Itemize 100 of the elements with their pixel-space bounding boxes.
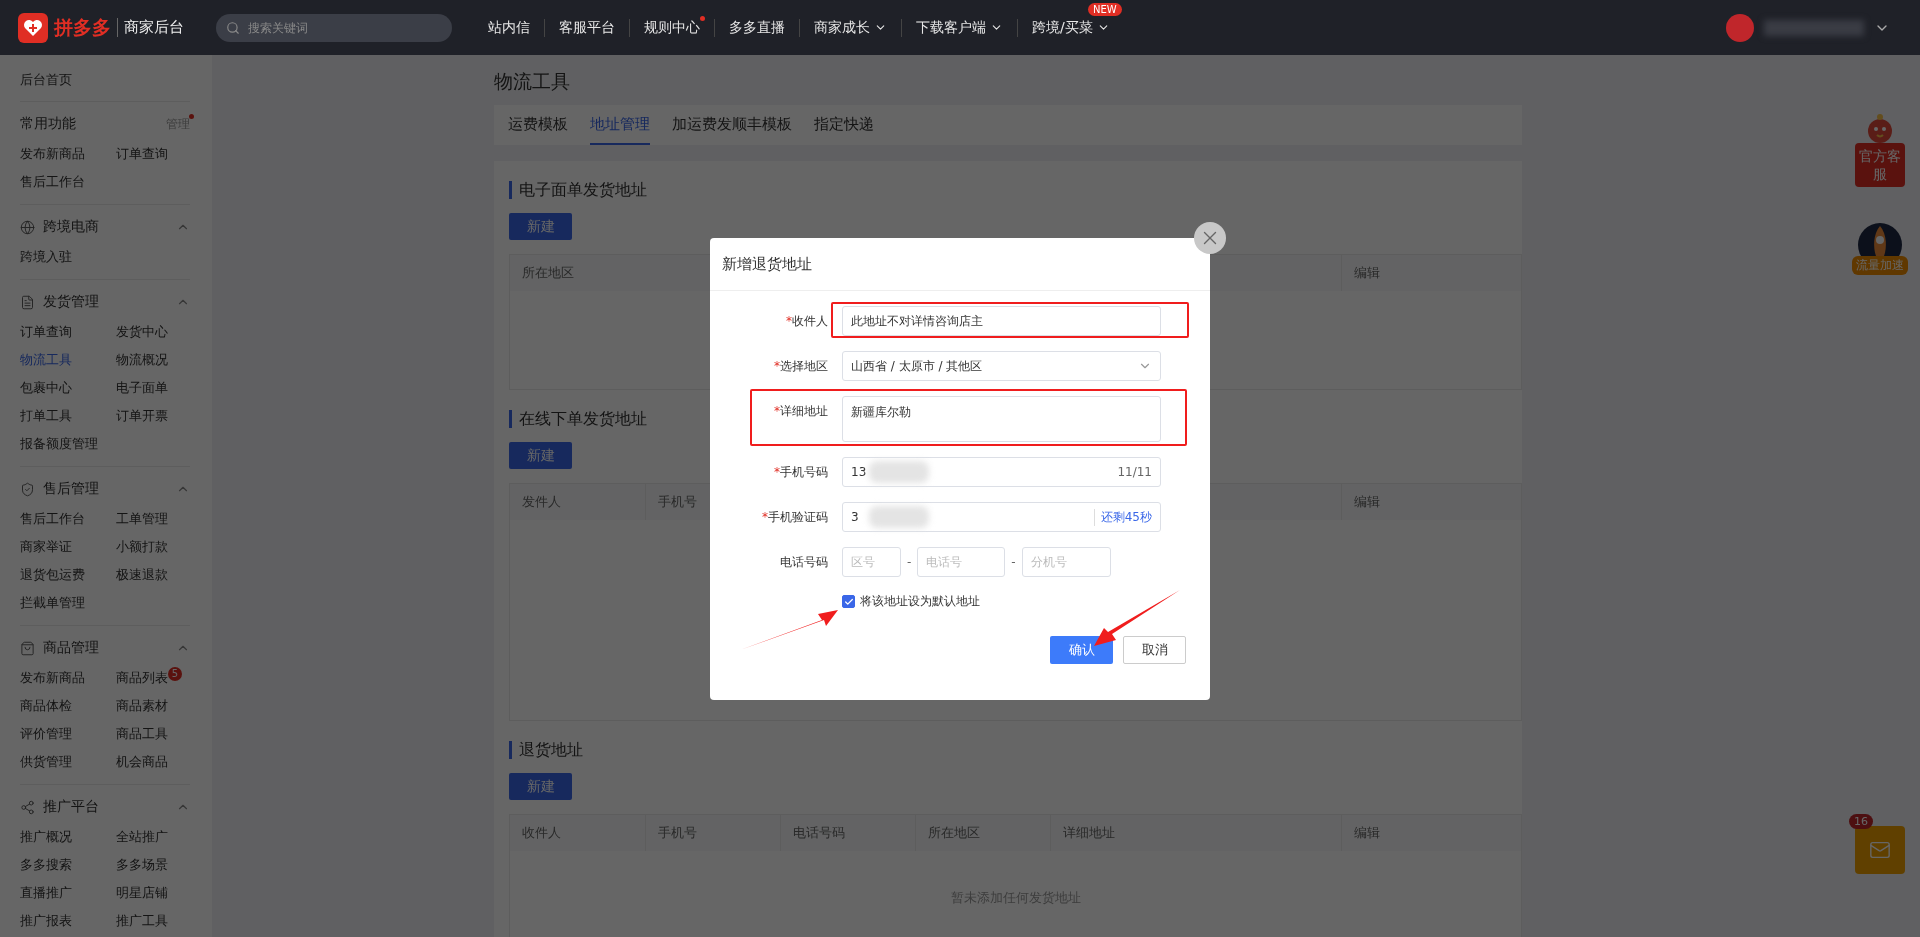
input-field[interactable]: 区号 bbox=[842, 547, 901, 577]
new-badge: NEW bbox=[1088, 2, 1122, 16]
group-title: 跨境电商 bbox=[43, 218, 99, 236]
sidebar-item[interactable]: 商品列表 bbox=[116, 670, 168, 685]
tab[interactable]: 指定快递 bbox=[814, 105, 874, 145]
group-title: 常用功能 bbox=[20, 115, 76, 133]
sidebar-item[interactable]: 发布新商品 bbox=[20, 140, 85, 168]
sidebar-item[interactable]: 商品素材 bbox=[116, 698, 168, 713]
sidebar-item[interactable]: 推广工具 bbox=[116, 913, 168, 928]
mail-icon bbox=[1869, 839, 1891, 861]
sidebar-item[interactable]: 评价管理 bbox=[20, 726, 72, 741]
column-header: 发件人 bbox=[522, 493, 561, 511]
group-title: 售后管理 bbox=[43, 480, 99, 498]
sidebar-item[interactable]: 售后工作台 bbox=[20, 511, 85, 526]
sidebar-item[interactable]: 明星店铺 bbox=[116, 885, 168, 900]
logo-icon bbox=[18, 12, 48, 43]
separator-text: - bbox=[1011, 555, 1016, 569]
message-button[interactable] bbox=[1855, 826, 1905, 874]
sidebar-item[interactable]: 跨境入驻 bbox=[20, 249, 72, 264]
sidebar-item[interactable]: 推广概况 bbox=[20, 829, 72, 844]
sidebar-item[interactable]: 全站推广 bbox=[116, 829, 168, 844]
field-label: *收件人 bbox=[786, 313, 828, 330]
column-header: 手机号 bbox=[658, 493, 697, 511]
input-field[interactable]: 分机号 bbox=[1021, 547, 1111, 577]
nav-link[interactable]: 下载客户端 bbox=[901, 18, 1017, 37]
address-textarea[interactable]: 新疆库尔勒 bbox=[842, 396, 1161, 442]
sidebar-item[interactable]: 订单查询 bbox=[116, 140, 168, 168]
search-field[interactable]: 搜索关键词 bbox=[246, 19, 426, 36]
sidebar-item[interactable]: 发布新商品 bbox=[20, 670, 85, 685]
sidebar-item[interactable]: 发货中心 bbox=[116, 324, 168, 339]
new-button[interactable]: 新建 bbox=[509, 773, 572, 800]
logo-subtitle: 商家后台 bbox=[117, 18, 184, 37]
sidebar-item[interactable]: 工单管理 bbox=[116, 511, 168, 526]
sidebar-item[interactable]: 供货管理 bbox=[20, 754, 72, 769]
sidebar-item[interactable]: 物流工具 bbox=[20, 352, 72, 367]
field-label: *手机号码 bbox=[774, 464, 828, 481]
sidebar-item[interactable]: 机会商品 bbox=[116, 754, 168, 769]
tab[interactable]: 加运费发顺丰模板 bbox=[672, 105, 792, 145]
logo-text: 拼多多 bbox=[54, 14, 111, 40]
sidebar-item[interactable]: 包裹中心 bbox=[20, 380, 72, 395]
notification-dot bbox=[700, 15, 705, 21]
customer-service-button[interactable]: 官方客服 bbox=[1855, 143, 1905, 187]
page-title: 物流工具 bbox=[494, 69, 571, 94]
group-title: 商品管理 bbox=[43, 639, 99, 657]
section-title: 退货地址 bbox=[509, 741, 1522, 759]
field-label: 电话号码 bbox=[780, 554, 828, 571]
tab[interactable]: 地址管理 bbox=[590, 105, 650, 145]
select-value: 山西省 / 太原市 / 其他区 bbox=[851, 357, 983, 375]
character-counter: 11/11 bbox=[1117, 465, 1152, 479]
sidebar-item[interactable]: 订单开票 bbox=[116, 408, 168, 423]
field-label: *手机验证码 bbox=[762, 509, 828, 526]
separator-text: - bbox=[907, 555, 912, 569]
column-header: 手机号 bbox=[658, 824, 697, 842]
new-button[interactable]: 新建 bbox=[509, 442, 572, 469]
sidebar-item[interactable]: 直播推广 bbox=[20, 885, 72, 900]
sidebar-item[interactable]: 拦截单管理 bbox=[20, 595, 85, 610]
sidebar-item[interactable]: 小额打款 bbox=[116, 539, 168, 554]
nav-link[interactable]: 客服平台 bbox=[544, 18, 629, 37]
column-header: 电话号码 bbox=[793, 824, 845, 842]
group-icon bbox=[20, 481, 35, 497]
nav-link[interactable]: 规则中心 bbox=[629, 18, 714, 37]
new-button[interactable]: 新建 bbox=[509, 213, 572, 240]
count-badge: 16 bbox=[1849, 814, 1873, 829]
group-icon bbox=[20, 294, 35, 310]
checkbox[interactable] bbox=[842, 595, 855, 608]
nav-link[interactable]: 站内信 bbox=[474, 18, 544, 37]
sidebar-item[interactable]: 极速退款 bbox=[116, 567, 168, 582]
group-icon bbox=[20, 799, 35, 815]
group-icon bbox=[20, 640, 35, 656]
countdown-text: 还剩45秒 bbox=[1093, 508, 1152, 526]
confirm-button[interactable]: 确认 bbox=[1050, 636, 1113, 664]
sidebar-item[interactable]: 推广报表 bbox=[20, 913, 72, 928]
group-title: 推广平台 bbox=[43, 798, 99, 816]
dialog-title: 新增退货地址 bbox=[722, 254, 812, 274]
sidebar-item[interactable]: 物流概况 bbox=[116, 352, 168, 367]
sidebar-link[interactable]: 后台首页 bbox=[20, 67, 190, 93]
nav-link[interactable]: 商家成长 bbox=[799, 18, 901, 37]
column-header: 所在地区 bbox=[522, 264, 574, 282]
sidebar-item[interactable]: 电子面单 bbox=[116, 380, 168, 395]
sidebar-item[interactable]: 退货包运费 bbox=[20, 567, 85, 582]
sidebar-item[interactable]: 商品工具 bbox=[116, 726, 168, 741]
tab[interactable]: 运费模板 bbox=[508, 105, 568, 145]
sidebar-item[interactable]: 商品体检 bbox=[20, 698, 72, 713]
sidebar-item[interactable]: 多多场景 bbox=[116, 857, 168, 872]
input-field[interactable]: 电话号 bbox=[917, 547, 1006, 577]
sidebar-item[interactable]: 售后工作台 bbox=[20, 168, 85, 196]
sidebar-item[interactable]: 多多搜索 bbox=[20, 857, 72, 872]
sidebar-item[interactable]: 商家举证 bbox=[20, 539, 72, 554]
search-bar[interactable]: 搜索关键词 bbox=[216, 13, 452, 42]
group-icon bbox=[20, 219, 35, 235]
avatar[interactable] bbox=[1726, 13, 1754, 42]
cancel-button[interactable]: 取消 bbox=[1123, 636, 1186, 664]
traffic-boost-button[interactable]: 流量加速 bbox=[1852, 256, 1908, 275]
column-header: 所在地区 bbox=[928, 824, 980, 842]
nav-link[interactable]: 多多直播 bbox=[714, 18, 799, 37]
sidebar-item[interactable]: 报备额度管理 bbox=[20, 436, 98, 451]
group-title: 发货管理 bbox=[43, 293, 99, 311]
region-select[interactable]: 山西省 / 太原市 / 其他区 bbox=[842, 351, 1161, 381]
sidebar-item[interactable]: 订单查询 bbox=[20, 324, 72, 339]
sidebar-item[interactable]: 打单工具 bbox=[20, 408, 72, 423]
